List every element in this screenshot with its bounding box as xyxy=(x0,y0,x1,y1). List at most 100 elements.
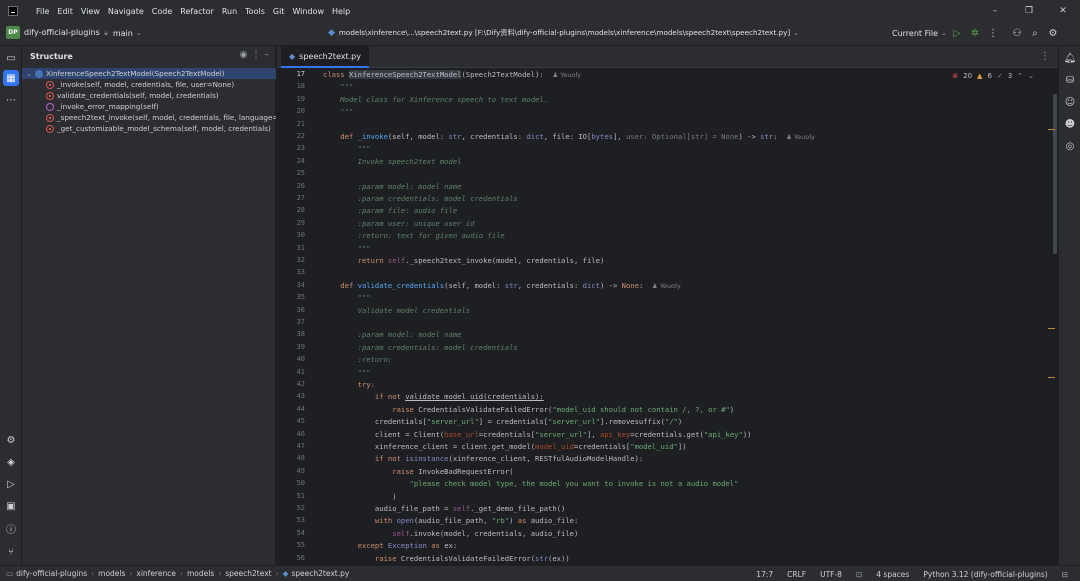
error-stripe-marker[interactable] xyxy=(1048,129,1055,130)
method-icon xyxy=(46,80,54,89)
python-interpreter[interactable]: Python 3.12 (dify-official-plugins) xyxy=(923,570,1047,579)
file-path-widget[interactable]: ◆ models\xinference\...\speech2text.py [… xyxy=(328,26,799,40)
copilot-icon[interactable]: ☻ xyxy=(1062,116,1078,132)
menu-navigate[interactable]: Navigate xyxy=(104,7,148,16)
terminal-icon[interactable]: ▣ xyxy=(3,498,19,514)
tree-node-class[interactable]: ⌄ XinferenceSpeech2TextModel(Speech2Text… xyxy=(22,68,276,79)
tree-node-method[interactable]: _get_customizable_model_schema(self, mod… xyxy=(22,123,276,134)
token: return xyxy=(323,256,388,265)
token: , credentials: xyxy=(461,132,527,141)
tree-node-method[interactable]: _speech2text_invoke(self, model, credent… xyxy=(22,112,276,123)
token: str xyxy=(448,132,462,141)
token: "model_uid" xyxy=(630,442,678,451)
more-options-icon[interactable]: ⋮ xyxy=(252,50,261,60)
error-stripe-marker[interactable] xyxy=(1048,328,1055,329)
token: ], xyxy=(612,132,626,141)
lock-icon[interactable]: ⊡ xyxy=(856,570,862,579)
token: as xyxy=(517,516,531,526)
project-widget[interactable]: DP dify-official-plugins ⌄ xyxy=(6,26,109,39)
menu-file[interactable]: File xyxy=(32,7,53,16)
menu-tools[interactable]: Tools xyxy=(241,7,269,16)
layers-icon[interactable]: ◈ xyxy=(3,454,19,470)
more-actions-icon[interactable]: ⋮ xyxy=(984,28,1002,39)
minimize-button[interactable]: – xyxy=(978,0,1012,22)
structure-icon[interactable]: ▦ xyxy=(3,70,19,86)
line-number: 21 xyxy=(296,119,305,128)
menu-refactor[interactable]: Refactor xyxy=(176,7,218,16)
token: CredentialsValidateFailedError( xyxy=(418,404,553,414)
menu-run[interactable]: Run xyxy=(218,7,241,16)
python-packages-icon[interactable]: ⚙ xyxy=(3,432,19,448)
code-line: raise CredentialsValidateFailedError(str… xyxy=(323,554,570,563)
tree-node-method[interactable]: _invoke(self, model, credentials, file, … xyxy=(22,79,276,90)
line-number: 53 xyxy=(296,516,305,525)
line-number: 41 xyxy=(296,367,305,376)
menu-code[interactable]: Code xyxy=(148,7,176,16)
error-stripe-marker[interactable] xyxy=(1048,377,1055,378)
app-logo-icon[interactable] xyxy=(8,6,18,16)
token: model_uid xyxy=(535,442,574,451)
indent-setting[interactable]: 4 spaces xyxy=(876,570,909,579)
breadcrumb-item[interactable]: speech2text.py xyxy=(291,569,349,578)
tree-node-method[interactable]: validate_credentials(self, model, creden… xyxy=(22,90,276,101)
editor-tab[interactable]: ◆ speech2text.py xyxy=(281,46,369,68)
ai-assistant-icon[interactable]: ☺ xyxy=(1062,94,1078,110)
breadcrumb-item[interactable]: dify-official-plugins xyxy=(16,569,87,578)
close-button[interactable]: ✕ xyxy=(1046,0,1080,22)
menu-edit[interactable]: Edit xyxy=(53,7,77,16)
project-badge: DP xyxy=(6,26,20,39)
tree-node-property[interactable]: _invoke_error_mapping(self) xyxy=(22,101,276,112)
panel-title: Structure xyxy=(30,52,73,61)
search-icon[interactable]: ⌕ xyxy=(1026,28,1044,39)
run-icon[interactable]: ▷ xyxy=(948,28,966,39)
debug-icon[interactable]: ✲ xyxy=(966,28,984,39)
line-number: 43 xyxy=(296,392,305,401)
menu-git[interactable]: Git xyxy=(269,7,289,16)
code-area[interactable]: class XinferenceSpeech2TextModel(Speech2… xyxy=(323,68,1023,565)
folder-icon: ▭ xyxy=(6,569,14,578)
run-configuration[interactable]: Current File ⌄ xyxy=(892,26,947,40)
add-user-icon[interactable]: ⚇ xyxy=(1008,28,1026,39)
minimize-panel-icon[interactable]: – xyxy=(265,50,270,60)
vcs-status-icon[interactable]: ⊟ xyxy=(1062,570,1068,579)
toolbar-actions: ▷ ✲ ⋮ ⚇ ⌕ ⚙ xyxy=(948,26,1062,40)
restore-button[interactable]: ❐ xyxy=(1012,0,1046,22)
tab-options-icon[interactable]: ⋮ xyxy=(1040,51,1050,62)
panel-tools: ◉ ⋮ – xyxy=(240,50,269,60)
breadcrumb-item[interactable]: xinference xyxy=(136,569,176,578)
chevron-down-icon[interactable]: ⌄ xyxy=(1028,72,1034,80)
token: raise xyxy=(323,466,419,476)
author-name: Yeuoly xyxy=(659,281,681,290)
git-icon[interactable]: ⑂ xyxy=(3,544,19,560)
editor-scrollbar[interactable] xyxy=(1053,94,1057,254)
menu-help[interactable]: Help xyxy=(328,7,354,16)
token: audio_file: xyxy=(530,516,579,526)
problems-icon[interactable]: ⓘ xyxy=(3,520,19,536)
breadcrumb-item[interactable]: speech2text xyxy=(225,569,271,578)
menu-view[interactable]: View xyxy=(77,7,104,16)
line-number: 27 xyxy=(296,194,305,202)
more-tools-icon[interactable]: ⋯ xyxy=(3,92,19,108)
author-name: Yeuoly xyxy=(794,133,815,141)
breadcrumb-item[interactable]: models xyxy=(187,569,214,578)
notifications-icon[interactable]: 🔔︎ xyxy=(1062,50,1078,66)
services-icon[interactable]: ▷ xyxy=(3,476,19,492)
branch-widget[interactable]: ⑂ main ⌄ xyxy=(104,26,142,40)
line-separator[interactable]: CRLF xyxy=(787,570,806,579)
caret-position[interactable]: 17:7 xyxy=(756,570,773,579)
line-number: 42 xyxy=(296,380,305,388)
code-line: ) xyxy=(323,491,397,501)
menu-window[interactable]: Window xyxy=(288,7,328,16)
token: "/" xyxy=(664,417,678,427)
project-folder-icon[interactable]: ▭ xyxy=(3,50,19,66)
tree-node-label: _get_customizable_model_schema(self, mod… xyxy=(57,124,271,133)
breadcrumb-item[interactable]: models xyxy=(98,569,125,578)
class-name: XinferenceSpeech2TextModel xyxy=(348,70,462,79)
database-icon[interactable]: ⛁ xyxy=(1062,72,1078,88)
token: self xyxy=(323,528,410,538)
token: with xyxy=(323,516,397,526)
settings-icon[interactable]: ⚙ xyxy=(1044,28,1062,39)
eye-icon[interactable]: ◉ xyxy=(240,50,248,60)
file-encoding[interactable]: UTF-8 xyxy=(820,570,842,579)
plugin-icon[interactable]: ◎ xyxy=(1062,138,1078,154)
